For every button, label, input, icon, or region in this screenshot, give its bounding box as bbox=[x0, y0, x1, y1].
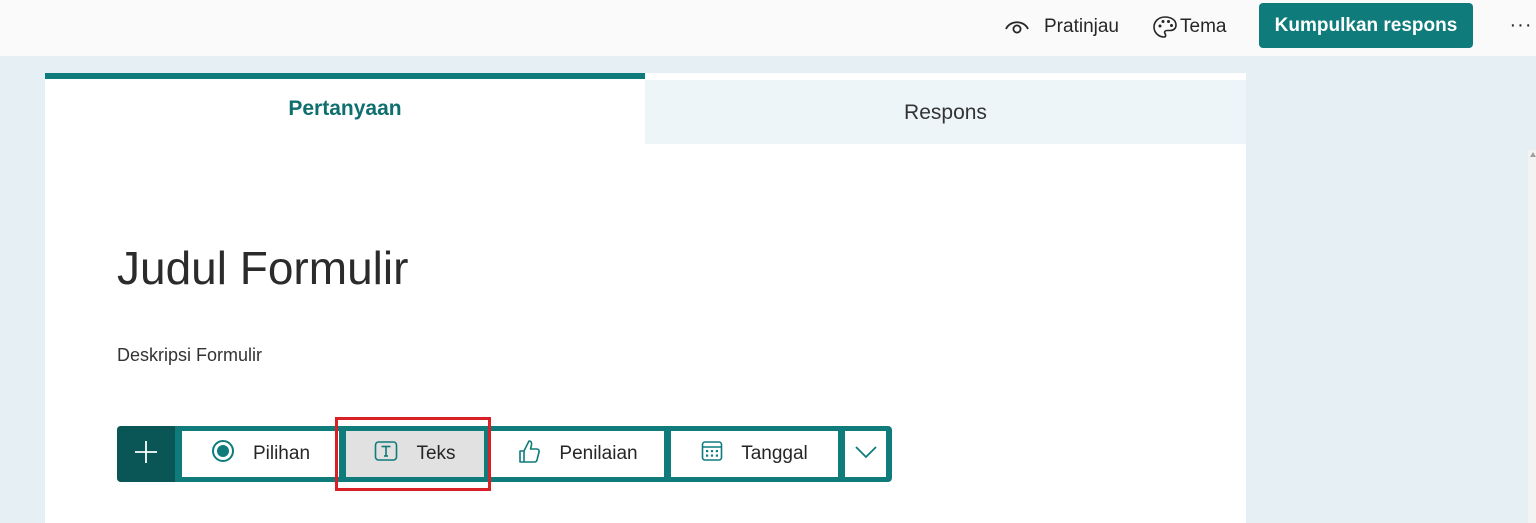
rating-label: Penilaian bbox=[559, 443, 638, 464]
add-question-button[interactable] bbox=[117, 426, 175, 482]
eye-icon bbox=[1004, 17, 1030, 37]
rating-question-button[interactable]: Penilaian bbox=[491, 431, 664, 477]
calendar-icon bbox=[701, 440, 723, 468]
plus-icon bbox=[134, 440, 158, 469]
palette-icon bbox=[1152, 15, 1178, 39]
form-card: Pertanyaan Respons Judul Formulir Deskri… bbox=[45, 73, 1246, 523]
scrollbar[interactable] bbox=[1528, 150, 1536, 523]
choice-label: Pilihan bbox=[252, 443, 311, 464]
theme-button[interactable]: Tema bbox=[1152, 0, 1226, 54]
chevron-down-icon bbox=[854, 443, 877, 465]
form-title[interactable]: Judul Formulir bbox=[117, 241, 408, 295]
tab-responses[interactable]: Respons bbox=[645, 80, 1246, 144]
date-question-button[interactable]: Tanggal bbox=[671, 431, 838, 477]
date-label: Tanggal bbox=[741, 443, 808, 464]
preview-button[interactable]: Pratinjau bbox=[1004, 0, 1119, 54]
tab-questions[interactable]: Pertanyaan bbox=[45, 73, 645, 145]
text-question-button[interactable]: Teks bbox=[346, 431, 484, 477]
collect-responses-button[interactable]: Kumpulkan respons bbox=[1259, 3, 1473, 48]
choice-question-button[interactable]: Pilihan bbox=[182, 431, 339, 477]
insert-question-toolbar: Pilihan Teks Penilaian Tanggal bbox=[117, 426, 892, 482]
top-bar: Pratinjau Tema Kumpulkan respons ··· bbox=[0, 0, 1536, 56]
theme-label: Tema bbox=[1180, 16, 1227, 37]
thumbs-up-icon bbox=[517, 438, 541, 470]
radio-button-icon bbox=[211, 439, 235, 469]
form-description[interactable]: Deskripsi Formulir bbox=[117, 345, 262, 366]
more-question-types-button[interactable] bbox=[845, 431, 886, 477]
text-box-icon bbox=[374, 440, 398, 468]
more-options-icon[interactable]: ··· bbox=[1506, 10, 1536, 40]
preview-label: Pratinjau bbox=[1044, 16, 1119, 37]
text-label: Teks bbox=[416, 443, 456, 464]
